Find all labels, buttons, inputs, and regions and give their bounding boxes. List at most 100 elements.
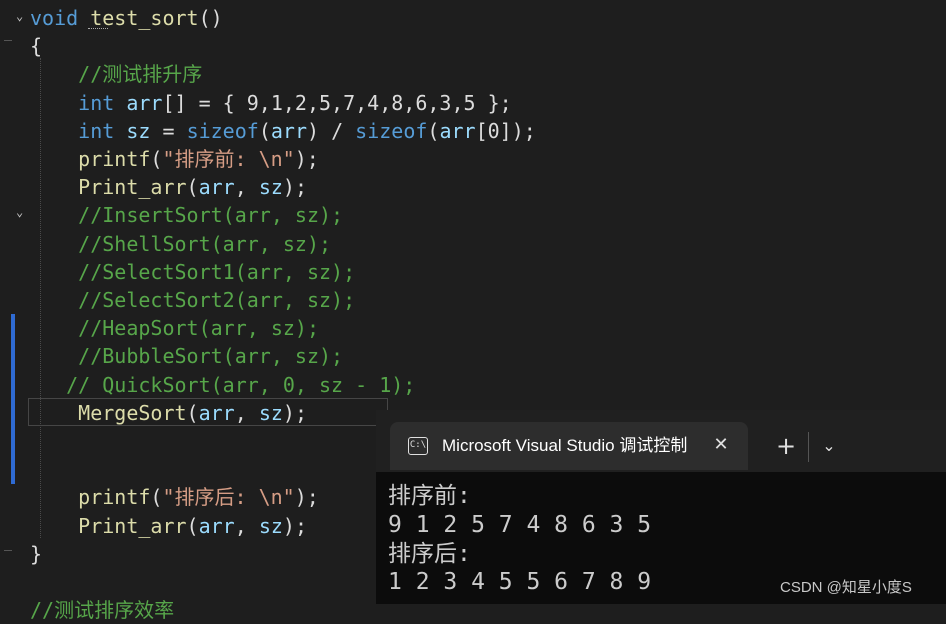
code-token: , [234, 513, 259, 538]
gutter-tick [4, 40, 12, 41]
code-token: ( [258, 118, 271, 143]
code-line[interactable]: //ShellSort(arr, sz); [30, 230, 331, 258]
fold-collapse-icon[interactable]: ⌄ [16, 206, 28, 218]
code-token: arr [270, 118, 307, 143]
code-token: ( [186, 513, 199, 538]
code-line[interactable]: } [30, 540, 42, 568]
close-icon[interactable]: ✕ [708, 432, 734, 458]
console-output-line: 排序后: [388, 541, 471, 567]
code-token: sz [126, 118, 151, 143]
code-line[interactable]: printf("排序后: \n"); [30, 483, 319, 511]
code-token: Print_arr [78, 513, 187, 538]
code-token: ); [282, 513, 307, 538]
console-output-line: 排序前: [388, 483, 471, 509]
console-tab[interactable]: C:\ Microsoft Visual Studio 调试控制台 ✕ [390, 422, 748, 470]
code-token: , [234, 175, 259, 200]
code-token: arr [198, 400, 235, 425]
code-token: ); [282, 400, 307, 425]
code-token: } [30, 541, 43, 566]
code-token: //SelectSort1(arr, sz); [78, 259, 356, 284]
change-indicator-bar [11, 314, 15, 484]
code-token: arr [126, 90, 163, 115]
console-tab-title: Microsoft Visual Studio 调试控制台 [442, 436, 688, 455]
code-token: printf [78, 147, 151, 171]
chevron-down-icon[interactable]: ⌄ [816, 432, 842, 460]
code-token: printf [78, 485, 151, 510]
code-token: // QuickSort(arr, 0, sz - 1); [66, 372, 416, 397]
console-title-bar: C:\ Microsoft Visual Studio 调试控制台 ✕ + ⌄ [376, 410, 946, 472]
code-line[interactable]: //SelectSort2(arr, sz); [30, 286, 355, 314]
console-output-line: 1 2 3 4 5 5 6 7 8 9 [388, 569, 652, 595]
code-token: ( [150, 485, 163, 510]
code-token: void [30, 6, 79, 30]
code-line[interactable]: //测试排序效率 [30, 596, 174, 624]
code-line[interactable]: //SelectSort1(arr, sz); [30, 258, 355, 286]
code-line[interactable]: MergeSort(arr, sz); [30, 399, 307, 427]
code-line[interactable]: printf("排序前: \n"); [30, 145, 319, 173]
code-token: () [198, 6, 223, 30]
code-token: sizeof [355, 118, 428, 143]
code-token: sz [258, 175, 283, 200]
code-token: sz [258, 400, 283, 425]
code-line[interactable]: //BubbleSort(arr, sz); [30, 342, 343, 370]
code-token: ); [282, 175, 307, 200]
code-token: [] = { 9,1,2,5,7,4,8,6,3,5 }; [162, 90, 512, 115]
code-token: //ShellSort(arr, sz); [78, 231, 332, 256]
code-token: //HeapSort(arr, sz); [78, 316, 319, 341]
code-token: ( [186, 400, 199, 425]
code-line[interactable]: void test_sort() [30, 4, 223, 32]
code-line[interactable]: Print_arr(arr, sz); [30, 173, 307, 201]
code-token: [0]); [475, 118, 536, 143]
code-token: ); [294, 485, 319, 510]
code-line[interactable]: { [30, 32, 42, 60]
code-token: //测试排升序 [78, 62, 203, 87]
code-token: arr [198, 175, 235, 200]
code-line[interactable]: int sz = sizeof(arr) / sizeof(arr[0]); [30, 117, 536, 145]
code-token: ( [186, 175, 199, 200]
code-token: { [30, 34, 43, 59]
code-line[interactable]: Print_arr(arr, sz); [30, 512, 307, 540]
code-token: Print_arr [78, 175, 187, 200]
code-token: ( [150, 147, 163, 171]
code-token: //InsertSort(arr, sz); [78, 203, 344, 228]
code-token: int [78, 90, 115, 115]
code-line[interactable]: // QuickSort(arr, 0, sz - 1); [30, 371, 415, 399]
code-token: sizeof [186, 118, 259, 143]
code-token: arr [439, 118, 476, 143]
code-token: = [150, 118, 187, 143]
code-line[interactable]: int arr[] = { 9,1,2,5,7,4,8,6,3,5 }; [30, 89, 512, 117]
new-tab-button[interactable]: + [772, 432, 800, 460]
code-token: MergeSort [78, 400, 187, 425]
code-token: ( [427, 118, 440, 143]
csdn-watermark: CSDN @知星小度S [780, 579, 912, 596]
debug-console-window[interactable]: C:\ Microsoft Visual Studio 调试控制台 ✕ + ⌄ … [376, 410, 946, 604]
code-token: , [234, 400, 259, 425]
code-line[interactable]: //测试排升序 [30, 60, 202, 88]
code-token: sz [258, 513, 283, 538]
fold-collapse-icon[interactable]: ⌄ [16, 10, 28, 22]
console-app-icon: C:\ [408, 437, 428, 455]
code-token: ) / [306, 118, 356, 143]
code-token: "排序前: \n" [162, 147, 295, 171]
code-token: //测试排序效率 [30, 598, 175, 623]
code-line[interactable]: //InsertSort(arr, sz); [30, 201, 343, 229]
code-line[interactable]: //HeapSort(arr, sz); [30, 314, 319, 342]
console-output-line: 9 1 2 5 7 4 8 6 3 5 [388, 512, 652, 538]
code-token: //BubbleSort(arr, sz); [78, 344, 344, 369]
gutter-tick [4, 550, 12, 551]
code-token: ); [294, 147, 319, 171]
